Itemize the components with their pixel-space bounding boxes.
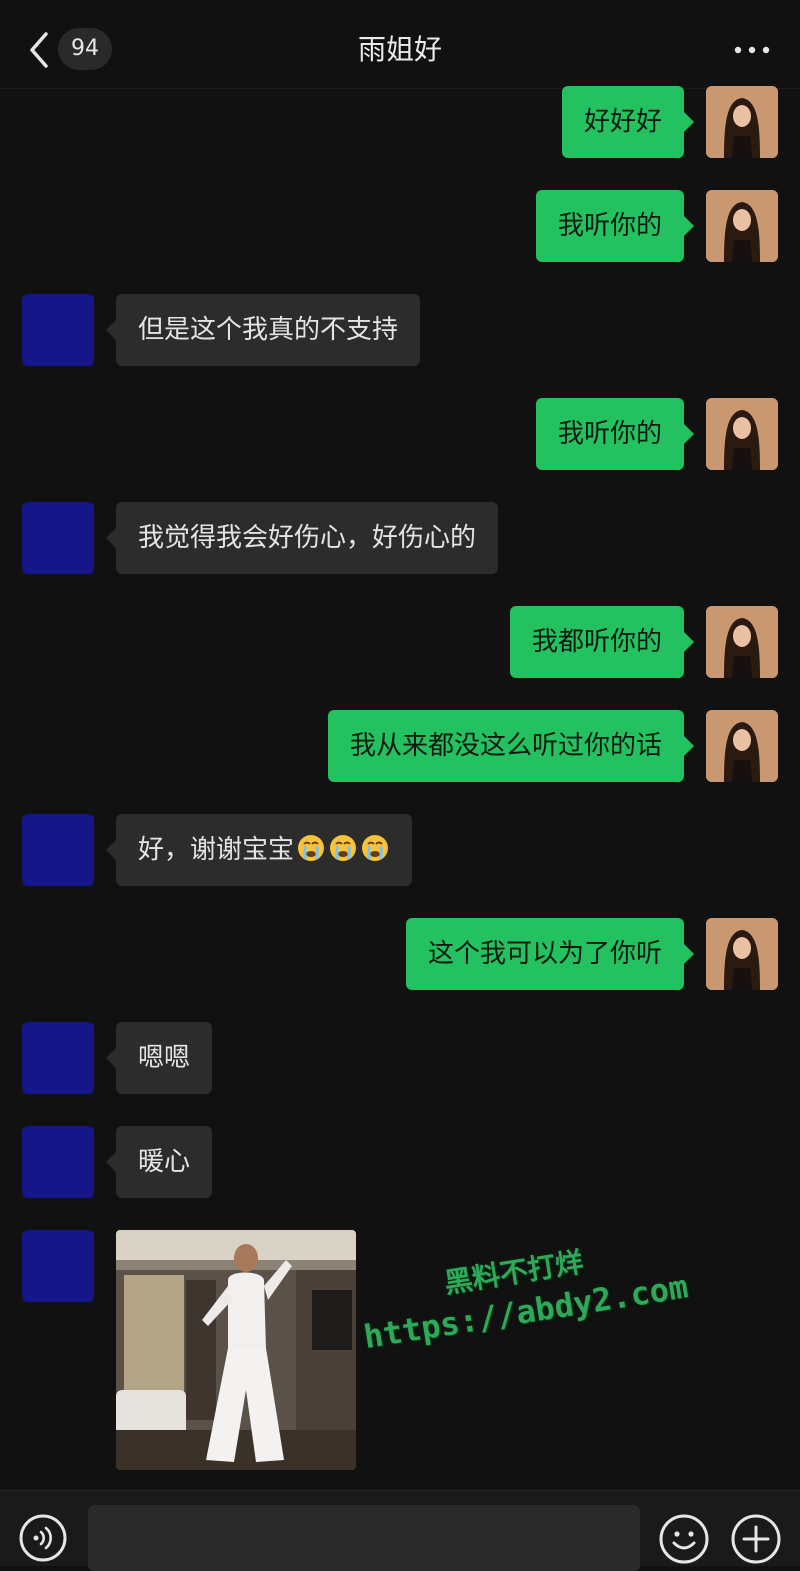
chat-title: 雨姐好: [357, 33, 442, 66]
message-text: 好，谢谢宝宝: [138, 835, 295, 865]
my-avatar[interactable]: [706, 398, 778, 470]
smiley-icon: [659, 1514, 709, 1564]
crying-face-icon: [362, 835, 389, 861]
photo-thumbnail: [116, 1230, 356, 1470]
more-actions-button[interactable]: [730, 1513, 782, 1565]
my-avatar[interactable]: [706, 606, 778, 678]
chat-header: 94 雨姐好: [0, 0, 800, 89]
outgoing-message-bubble[interactable]: 我听你的: [535, 398, 695, 470]
incoming-message-bubble[interactable]: 我觉得我会好伤心，好伤心的: [105, 502, 499, 574]
voice-input-button[interactable]: [18, 1513, 68, 1563]
image-message[interactable]: [116, 1230, 356, 1470]
my-avatar[interactable]: [706, 190, 778, 262]
ellipsis-icon: [734, 46, 770, 54]
peer-avatar[interactable]: [22, 1022, 94, 1094]
incoming-message-bubble[interactable]: 暖心: [105, 1126, 213, 1198]
incoming-message-bubble[interactable]: 嗯嗯: [105, 1022, 213, 1094]
input-bar: [0, 1490, 800, 1571]
back-button[interactable]: [24, 28, 54, 72]
more-options-button[interactable]: [732, 30, 772, 70]
peer-avatar[interactable]: [22, 294, 94, 366]
message-input[interactable]: [88, 1505, 640, 1571]
outgoing-message-bubble[interactable]: 好好好: [561, 86, 695, 158]
watermark: 黑料不打烊 https://abdy2.com: [355, 1227, 708, 1389]
avatar-portrait-image: [706, 606, 778, 678]
incoming-message-bubble[interactable]: 但是这个我真的不支持: [105, 294, 421, 366]
avatar-portrait-image: [706, 918, 778, 990]
avatar-portrait-image: [706, 398, 778, 470]
chevron-left-icon: [30, 32, 48, 68]
outgoing-message-bubble[interactable]: 这个我可以为了你听: [405, 918, 695, 990]
voice-icon: [19, 1514, 67, 1562]
crying-face-icon: [330, 835, 357, 861]
peer-avatar[interactable]: [22, 814, 94, 886]
peer-avatar[interactable]: [22, 1230, 94, 1302]
emoji-button[interactable]: [658, 1513, 710, 1565]
avatar-portrait-image: [706, 86, 778, 158]
incoming-message-bubble[interactable]: 好，谢谢宝宝: [105, 814, 413, 886]
my-avatar[interactable]: [706, 86, 778, 158]
unread-count-badge[interactable]: 94: [58, 28, 112, 70]
peer-avatar[interactable]: [22, 502, 94, 574]
outgoing-message-bubble[interactable]: 我都听你的: [509, 606, 695, 678]
avatar-portrait-image: [706, 190, 778, 262]
crying-face-icon: [298, 835, 325, 861]
peer-avatar[interactable]: [22, 1126, 94, 1198]
plus-icon: [731, 1514, 781, 1564]
outgoing-message-bubble[interactable]: 我听你的: [535, 190, 695, 262]
outgoing-message-bubble[interactable]: 我从来都没这么听过你的话: [327, 710, 695, 782]
my-avatar[interactable]: [706, 918, 778, 990]
avatar-portrait-image: [706, 710, 778, 782]
my-avatar[interactable]: [706, 710, 778, 782]
